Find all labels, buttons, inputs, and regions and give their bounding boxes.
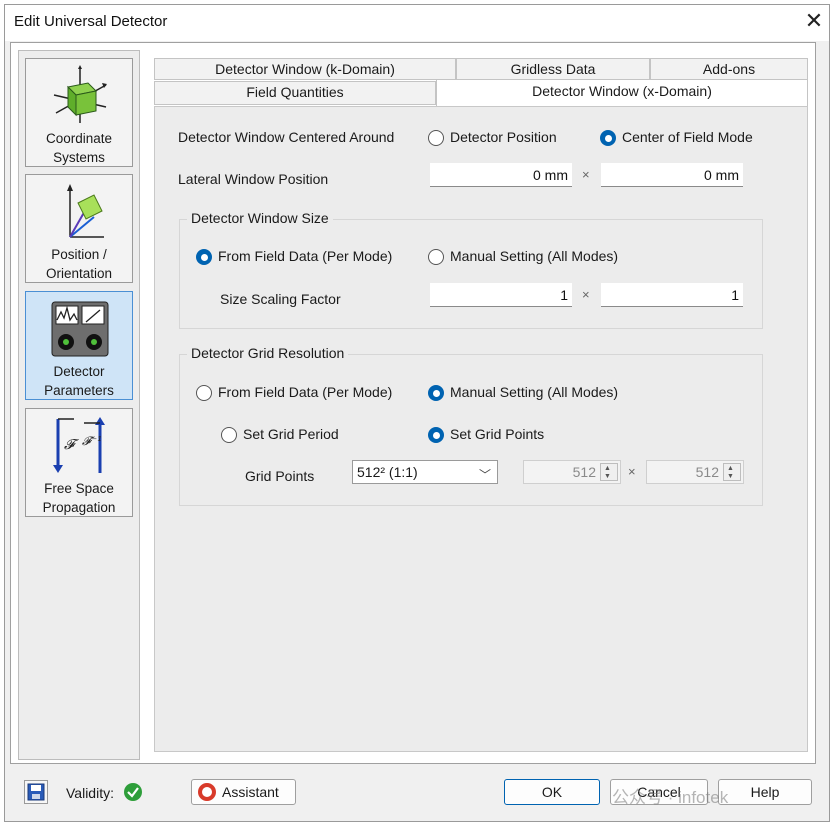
sidebar-item-label: Detector Parameters: [44, 364, 114, 398]
valid-check-icon: [124, 783, 142, 801]
title-bar: Edit Universal Detector ✕: [5, 5, 829, 41]
sidebar-item-detector-parameters[interactable]: Detector Parameters: [25, 291, 133, 400]
grid-points-select[interactable]: 512² (1:1) ﹀: [352, 460, 498, 484]
close-button[interactable]: ✕: [802, 9, 826, 33]
lateral-y-input[interactable]: 0 mm: [601, 163, 743, 187]
scale-x-input[interactable]: 1: [430, 283, 572, 307]
sidebar-item-coordinate-systems[interactable]: Coordinate Systems: [25, 58, 133, 167]
grid-points-label: Grid Points: [245, 468, 315, 484]
radio-grid-from-field-data-label[interactable]: From Field Data (Per Mode): [218, 384, 392, 400]
times-separator: ×: [582, 287, 590, 302]
lateral-x-input[interactable]: 0 mm: [430, 163, 572, 187]
radio-center-of-field-mode[interactable]: [600, 130, 616, 146]
validity-label: Validity:: [66, 785, 114, 801]
centered-around-label: Detector Window Centered Around: [178, 129, 395, 145]
watermark-text: 公众号 · infotek: [612, 788, 729, 807]
grid-y-value: 512: [695, 464, 719, 480]
stepper-arrows-icon[interactable]: ▲ ▼: [600, 463, 618, 481]
grid-points-select-value: 512² (1:1): [357, 464, 418, 480]
sidebar-item-label: Coordinate Systems: [45, 131, 113, 165]
coordinate-cube-icon: [53, 65, 107, 123]
grid-x-value: 512: [572, 464, 596, 480]
radio-set-grid-period[interactable]: [221, 427, 237, 443]
tab-detector-window-k-domain[interactable]: Detector Window (k-Domain): [154, 58, 456, 80]
radio-detector-position[interactable]: [428, 130, 444, 146]
chevron-down-icon: ﹀: [478, 468, 491, 482]
tab-detector-window-x-domain[interactable]: Detector Window (x-Domain): [436, 79, 808, 107]
scale-y-input[interactable]: 1: [601, 283, 743, 307]
radio-detector-position-label[interactable]: Detector Position: [450, 129, 557, 145]
window-size-title: Detector Window Size: [187, 210, 333, 226]
tab-add-ons[interactable]: Add-ons: [650, 58, 808, 80]
radio-size-from-field-data[interactable]: [196, 249, 212, 265]
detector-meter-icon: [51, 301, 109, 357]
sidebar-item-label: Position / Orientation: [45, 247, 113, 281]
radio-set-grid-points[interactable]: [428, 427, 444, 443]
sidebar-item-free-space-propagation[interactable]: 𝓕 𝓕⁻¹ Free Space Propagation: [25, 408, 133, 517]
radio-grid-manual[interactable]: [428, 385, 444, 401]
times-separator: ×: [628, 464, 636, 479]
radio-size-manual[interactable]: [428, 249, 444, 265]
radio-grid-manual-label[interactable]: Manual Setting (All Modes): [450, 384, 618, 400]
grid-x-stepper[interactable]: 512 ▲ ▼: [523, 460, 621, 484]
lateral-position-label: Lateral Window Position: [178, 171, 329, 187]
size-scaling-label: Size Scaling Factor: [220, 291, 341, 307]
fourier-transform-icon: 𝓕 𝓕⁻¹: [53, 417, 105, 473]
lifebuoy-icon: [198, 783, 216, 801]
sidebar-item-label: Free Space Propagation: [42, 481, 116, 515]
floppy-disk-icon: [27, 783, 45, 801]
save-button[interactable]: [24, 780, 48, 804]
help-button[interactable]: Help: [718, 779, 812, 805]
stepper-arrows-icon[interactable]: ▲ ▼: [723, 463, 741, 481]
radio-size-from-field-data-label[interactable]: From Field Data (Per Mode): [218, 248, 392, 264]
radio-grid-from-field-data[interactable]: [196, 385, 212, 401]
radio-set-grid-period-label[interactable]: Set Grid Period: [243, 426, 339, 442]
times-separator: ×: [582, 167, 590, 182]
tab-gridless-data[interactable]: Gridless Data: [456, 58, 650, 80]
grid-y-stepper[interactable]: 512 ▲ ▼: [646, 460, 744, 484]
sidebar-item-position-orientation[interactable]: Position / Orientation: [25, 174, 133, 283]
position-axes-icon: [67, 184, 104, 238]
radio-size-manual-label[interactable]: Manual Setting (All Modes): [450, 248, 618, 264]
radio-center-of-field-mode-label[interactable]: Center of Field Mode: [622, 129, 753, 145]
window-size-group: [179, 219, 763, 329]
assistant-button[interactable]: Assistant: [191, 779, 296, 805]
window-title: Edit Universal Detector: [14, 13, 168, 30]
assistant-label: Assistant: [222, 784, 279, 800]
tab-field-quantities[interactable]: Field Quantities: [154, 81, 436, 105]
ok-button[interactable]: OK: [504, 779, 600, 805]
svg-text:𝓕⁻¹: 𝓕⁻¹: [82, 434, 102, 448]
grid-resolution-title: Detector Grid Resolution: [187, 345, 349, 361]
radio-set-grid-points-label[interactable]: Set Grid Points: [450, 426, 544, 442]
svg-text:𝓕: 𝓕: [64, 437, 79, 453]
